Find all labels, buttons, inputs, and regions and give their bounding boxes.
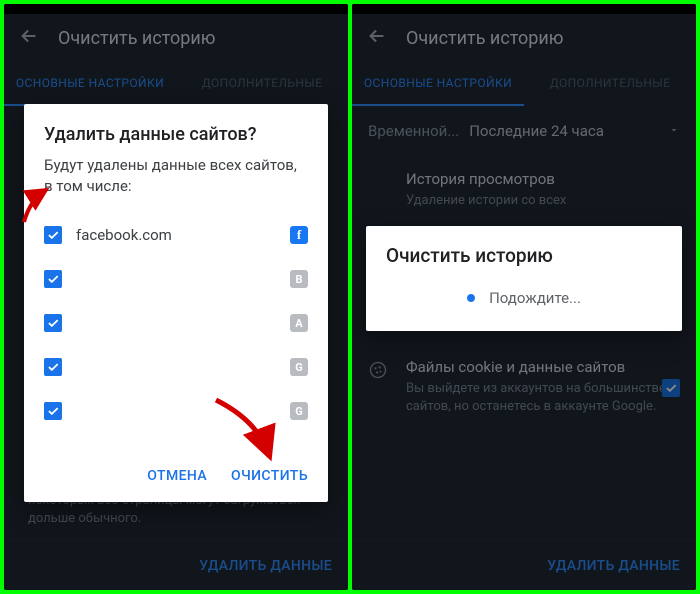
dialog-title: Удалить данные сайтов? xyxy=(44,124,308,145)
spinner-icon xyxy=(467,294,475,302)
site-row: G xyxy=(44,345,308,389)
site-checkbox[interactable] xyxy=(44,226,62,244)
cancel-button[interactable]: ОТМЕНА xyxy=(147,468,207,484)
dialog-actions: ОТМЕНА ОЧИСТИТЬ xyxy=(44,458,308,494)
phone-right: Очистить историю ОСНОВНЫЕ НАСТРОЙКИ ДОПО… xyxy=(352,4,696,590)
confirm-button[interactable]: ОЧИСТИТЬ xyxy=(231,468,308,484)
confirm-dialog: Удалить данные сайтов? Будут удалены дан… xyxy=(24,104,328,502)
progress-dialog: Очистить историю Подождите... xyxy=(366,226,682,331)
progress-dialog-title: Очистить историю xyxy=(386,244,662,267)
site-row: A xyxy=(44,301,308,345)
site-checkbox[interactable] xyxy=(44,402,62,420)
site-row: G xyxy=(44,389,308,433)
dialog-message: Будут удалены данные всех сайтов, в том … xyxy=(44,155,308,197)
site-checkbox[interactable] xyxy=(44,270,62,288)
site-checkbox[interactable] xyxy=(44,314,62,332)
progress-wait-text: Подождите... xyxy=(489,289,581,307)
site-favicon: A xyxy=(290,314,308,332)
site-row: B xyxy=(44,257,308,301)
site-checkbox[interactable] xyxy=(44,358,62,376)
site-favicon: B xyxy=(290,270,308,288)
site-favicon: G xyxy=(290,402,308,420)
phone-left: Очистить историю ОСНОВНЫЕ НАСТРОЙКИ ДОПО… xyxy=(4,4,348,590)
site-name: facebook.com xyxy=(76,226,276,244)
site-row: facebook.com f xyxy=(44,213,308,257)
site-favicon: f xyxy=(290,226,308,244)
progress-dialog-body: Подождите... xyxy=(386,289,662,311)
site-favicon: G xyxy=(290,358,308,376)
